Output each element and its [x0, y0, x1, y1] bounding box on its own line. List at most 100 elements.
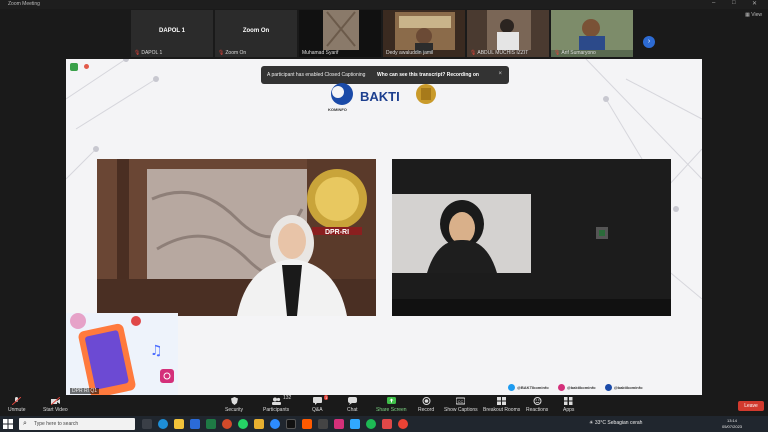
apps-icon	[564, 397, 573, 405]
participant-display-name: DAPOL 1	[159, 28, 185, 34]
participant-name: 🎙ABDUL MUCHIS IZZIT	[470, 50, 529, 56]
whatsapp-icon[interactable]	[238, 419, 248, 429]
share-screen-icon	[386, 397, 396, 404]
app-icon[interactable]	[302, 419, 312, 429]
chat-icon	[347, 397, 357, 405]
smiley-icon	[533, 397, 542, 405]
participant-tile[interactable]: DAPOL 1 🎙DAPOL 1	[131, 10, 213, 57]
twitter-handle: @BAKTIkominfo	[508, 384, 549, 391]
zoom-icon[interactable]	[270, 419, 280, 429]
photoshop-icon[interactable]	[350, 419, 360, 429]
participant-thumbnail-strip: DAPOL 1 🎙DAPOL 1 Zoom On 🎙Zoom On Muhama…	[0, 9, 768, 59]
breakout-rooms-button[interactable]: Breakout Rooms	[483, 397, 520, 413]
view-button[interactable]: ▦ View	[745, 12, 762, 18]
participant-name: Dedy awaluddin jamil	[386, 50, 434, 56]
record-icon	[422, 397, 431, 405]
next-page-chevron-icon[interactable]: ›	[643, 36, 655, 48]
file-explorer-icon[interactable]	[174, 419, 184, 429]
security-shield-icon[interactable]	[70, 63, 78, 71]
small-participant-thumbnail	[596, 227, 608, 239]
meeting-controls-toolbar: Unmute Start Video Security Participants…	[0, 395, 768, 416]
facebook-handle: @baktikominfo	[604, 384, 643, 391]
participant-video-2	[392, 159, 671, 316]
social-media-illustration: ♫	[66, 313, 178, 395]
instagram-icon	[557, 384, 565, 391]
spotify-icon[interactable]	[366, 419, 376, 429]
leave-button[interactable]: Leave	[738, 401, 764, 411]
recording-indicator-icon	[84, 64, 89, 69]
participant-tile[interactable]: Zoom On 🎙Zoom On	[215, 10, 297, 57]
search-icon: ⌕	[23, 420, 27, 427]
excel-icon[interactable]	[206, 419, 216, 429]
window-title: Zoom Meeting	[8, 1, 40, 7]
show-captions-button[interactable]: CC Show Captions	[444, 397, 478, 413]
shield-icon	[230, 397, 238, 405]
search-placeholder: Type here to search	[34, 421, 79, 427]
muted-mic-icon: 🎙	[554, 50, 561, 56]
speaker-scene: DPR-RI	[97, 159, 376, 316]
close-notification-icon[interactable]: ×	[498, 71, 502, 77]
weather-widget[interactable]: ☀ 33°C Sebagian cerah	[589, 420, 642, 426]
minimize-icon[interactable]: –	[712, 0, 715, 6]
chrome-icon[interactable]	[222, 419, 232, 429]
notification-link[interactable]: Who can see this transcript? Recording o…	[377, 72, 479, 78]
apps-button[interactable]: Apps	[563, 397, 574, 413]
clock-date: 05/07/2023	[722, 424, 743, 429]
instagram-handle: @baktikominfo	[557, 384, 596, 391]
chat-button[interactable]: Chat	[347, 397, 358, 413]
qa-icon	[312, 397, 322, 405]
participant-camera	[392, 194, 531, 273]
muted-microphone-icon	[12, 397, 22, 405]
participant-tile[interactable]: Dedy awaluddin jamil	[383, 10, 465, 57]
shared-screen: A participant has enabled Closed Caption…	[66, 59, 702, 395]
social-handles: @BAKTIkominfo @baktikominfo @baktikominf…	[508, 384, 651, 391]
bakti-logo-text: BAKTI	[360, 89, 400, 104]
speaker-video: DPR-RI	[97, 159, 376, 316]
participant-name: Muhamad Syarif	[302, 50, 339, 56]
participants-count: 132	[283, 395, 292, 401]
dpr-emblem-label: DPR-RI	[325, 229, 349, 236]
share-screen-button[interactable]: Share Screen	[376, 397, 407, 413]
instagram-app-icon[interactable]	[334, 419, 344, 429]
weather-icon: ☀	[589, 420, 594, 426]
start-video-button[interactable]: Start Video	[43, 397, 68, 413]
app-icon[interactable]	[382, 419, 392, 429]
close-icon[interactable]: ✕	[752, 0, 757, 7]
bottom-participant-name: DPR RI Q1	[70, 388, 100, 394]
qa-badge: 1	[324, 395, 329, 400]
participant-display-name: Zoom On	[242, 28, 270, 34]
participant-tile[interactable]: 🎙ABDUL MUCHIS IZZIT	[467, 10, 549, 57]
word-icon[interactable]	[190, 419, 200, 429]
twitter-icon	[508, 384, 515, 391]
muted-mic-icon: 🎙	[470, 50, 477, 56]
title-bar: Zoom Meeting – □ ✕	[0, 0, 768, 9]
video-bottom-bar	[392, 299, 671, 316]
notification-message: A participant has enabled Closed Caption…	[267, 72, 366, 78]
qa-button[interactable]: 1 Q&A	[312, 395, 329, 413]
participant-tile[interactable]: Muhamad Syarif	[299, 10, 381, 57]
participant-name: 🎙Arif Sumaryono	[554, 50, 596, 56]
unmute-button[interactable]: Unmute	[8, 397, 26, 413]
maximize-icon[interactable]: □	[732, 0, 736, 6]
edge-icon[interactable]	[158, 419, 168, 429]
participant-tile[interactable]: 🎙Arif Sumaryono	[551, 10, 633, 57]
video-off-icon	[50, 397, 60, 405]
windows-start-icon[interactable]	[3, 419, 13, 429]
facebook-icon	[604, 384, 612, 391]
folder-icon[interactable]	[254, 419, 264, 429]
taskbar-search-box[interactable]: ⌕ Type here to search	[19, 418, 135, 430]
security-button[interactable]: Security	[225, 397, 243, 413]
muted-mic-icon: 🎙	[134, 50, 141, 56]
svg-text:CC: CC	[458, 399, 464, 404]
tiktok-icon[interactable]	[286, 419, 296, 429]
app-icon[interactable]	[318, 419, 328, 429]
task-view-icon[interactable]	[142, 419, 152, 429]
chrome-icon[interactable]	[398, 419, 408, 429]
system-clock[interactable]: 13:14 05/07/2023	[722, 418, 742, 430]
record-button[interactable]: Record	[418, 397, 434, 413]
reactions-button[interactable]: Reactions	[526, 397, 548, 413]
muted-mic-icon: 🎙	[218, 50, 225, 56]
breakout-rooms-icon	[497, 397, 507, 405]
kominfo-logo-text: KOMINFO	[328, 107, 347, 112]
svg-text:♫: ♫	[150, 343, 163, 359]
